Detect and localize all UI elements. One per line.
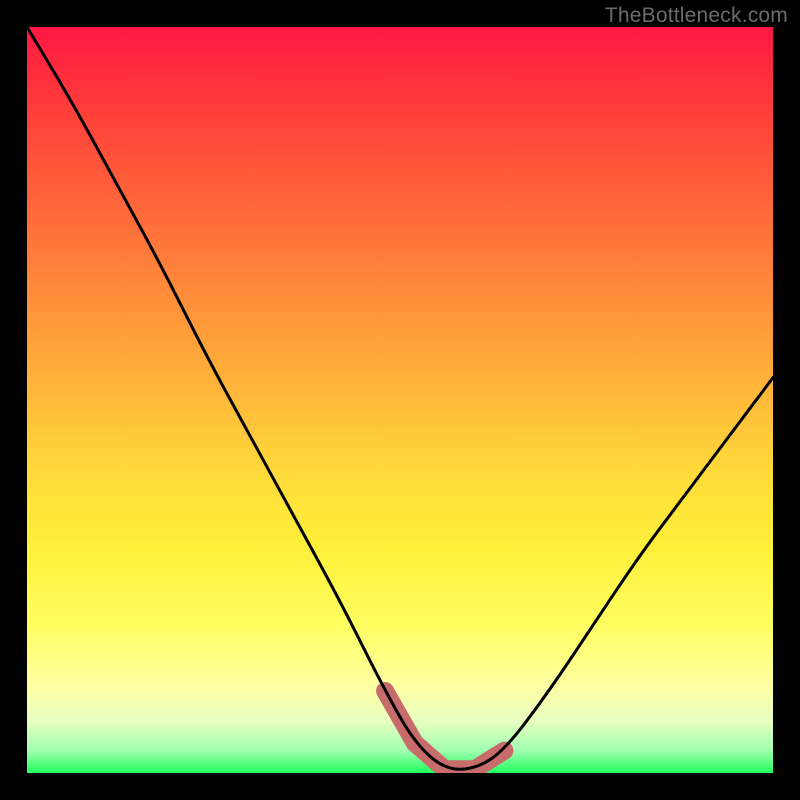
watermark-text: TheBottleneck.com bbox=[605, 4, 788, 28]
curve-layer bbox=[27, 27, 773, 773]
bottleneck-curve-line bbox=[27, 27, 773, 769]
optimal-range-band bbox=[385, 691, 504, 769]
chart-frame: TheBottleneck.com bbox=[0, 0, 800, 800]
plot-area bbox=[27, 27, 773, 773]
